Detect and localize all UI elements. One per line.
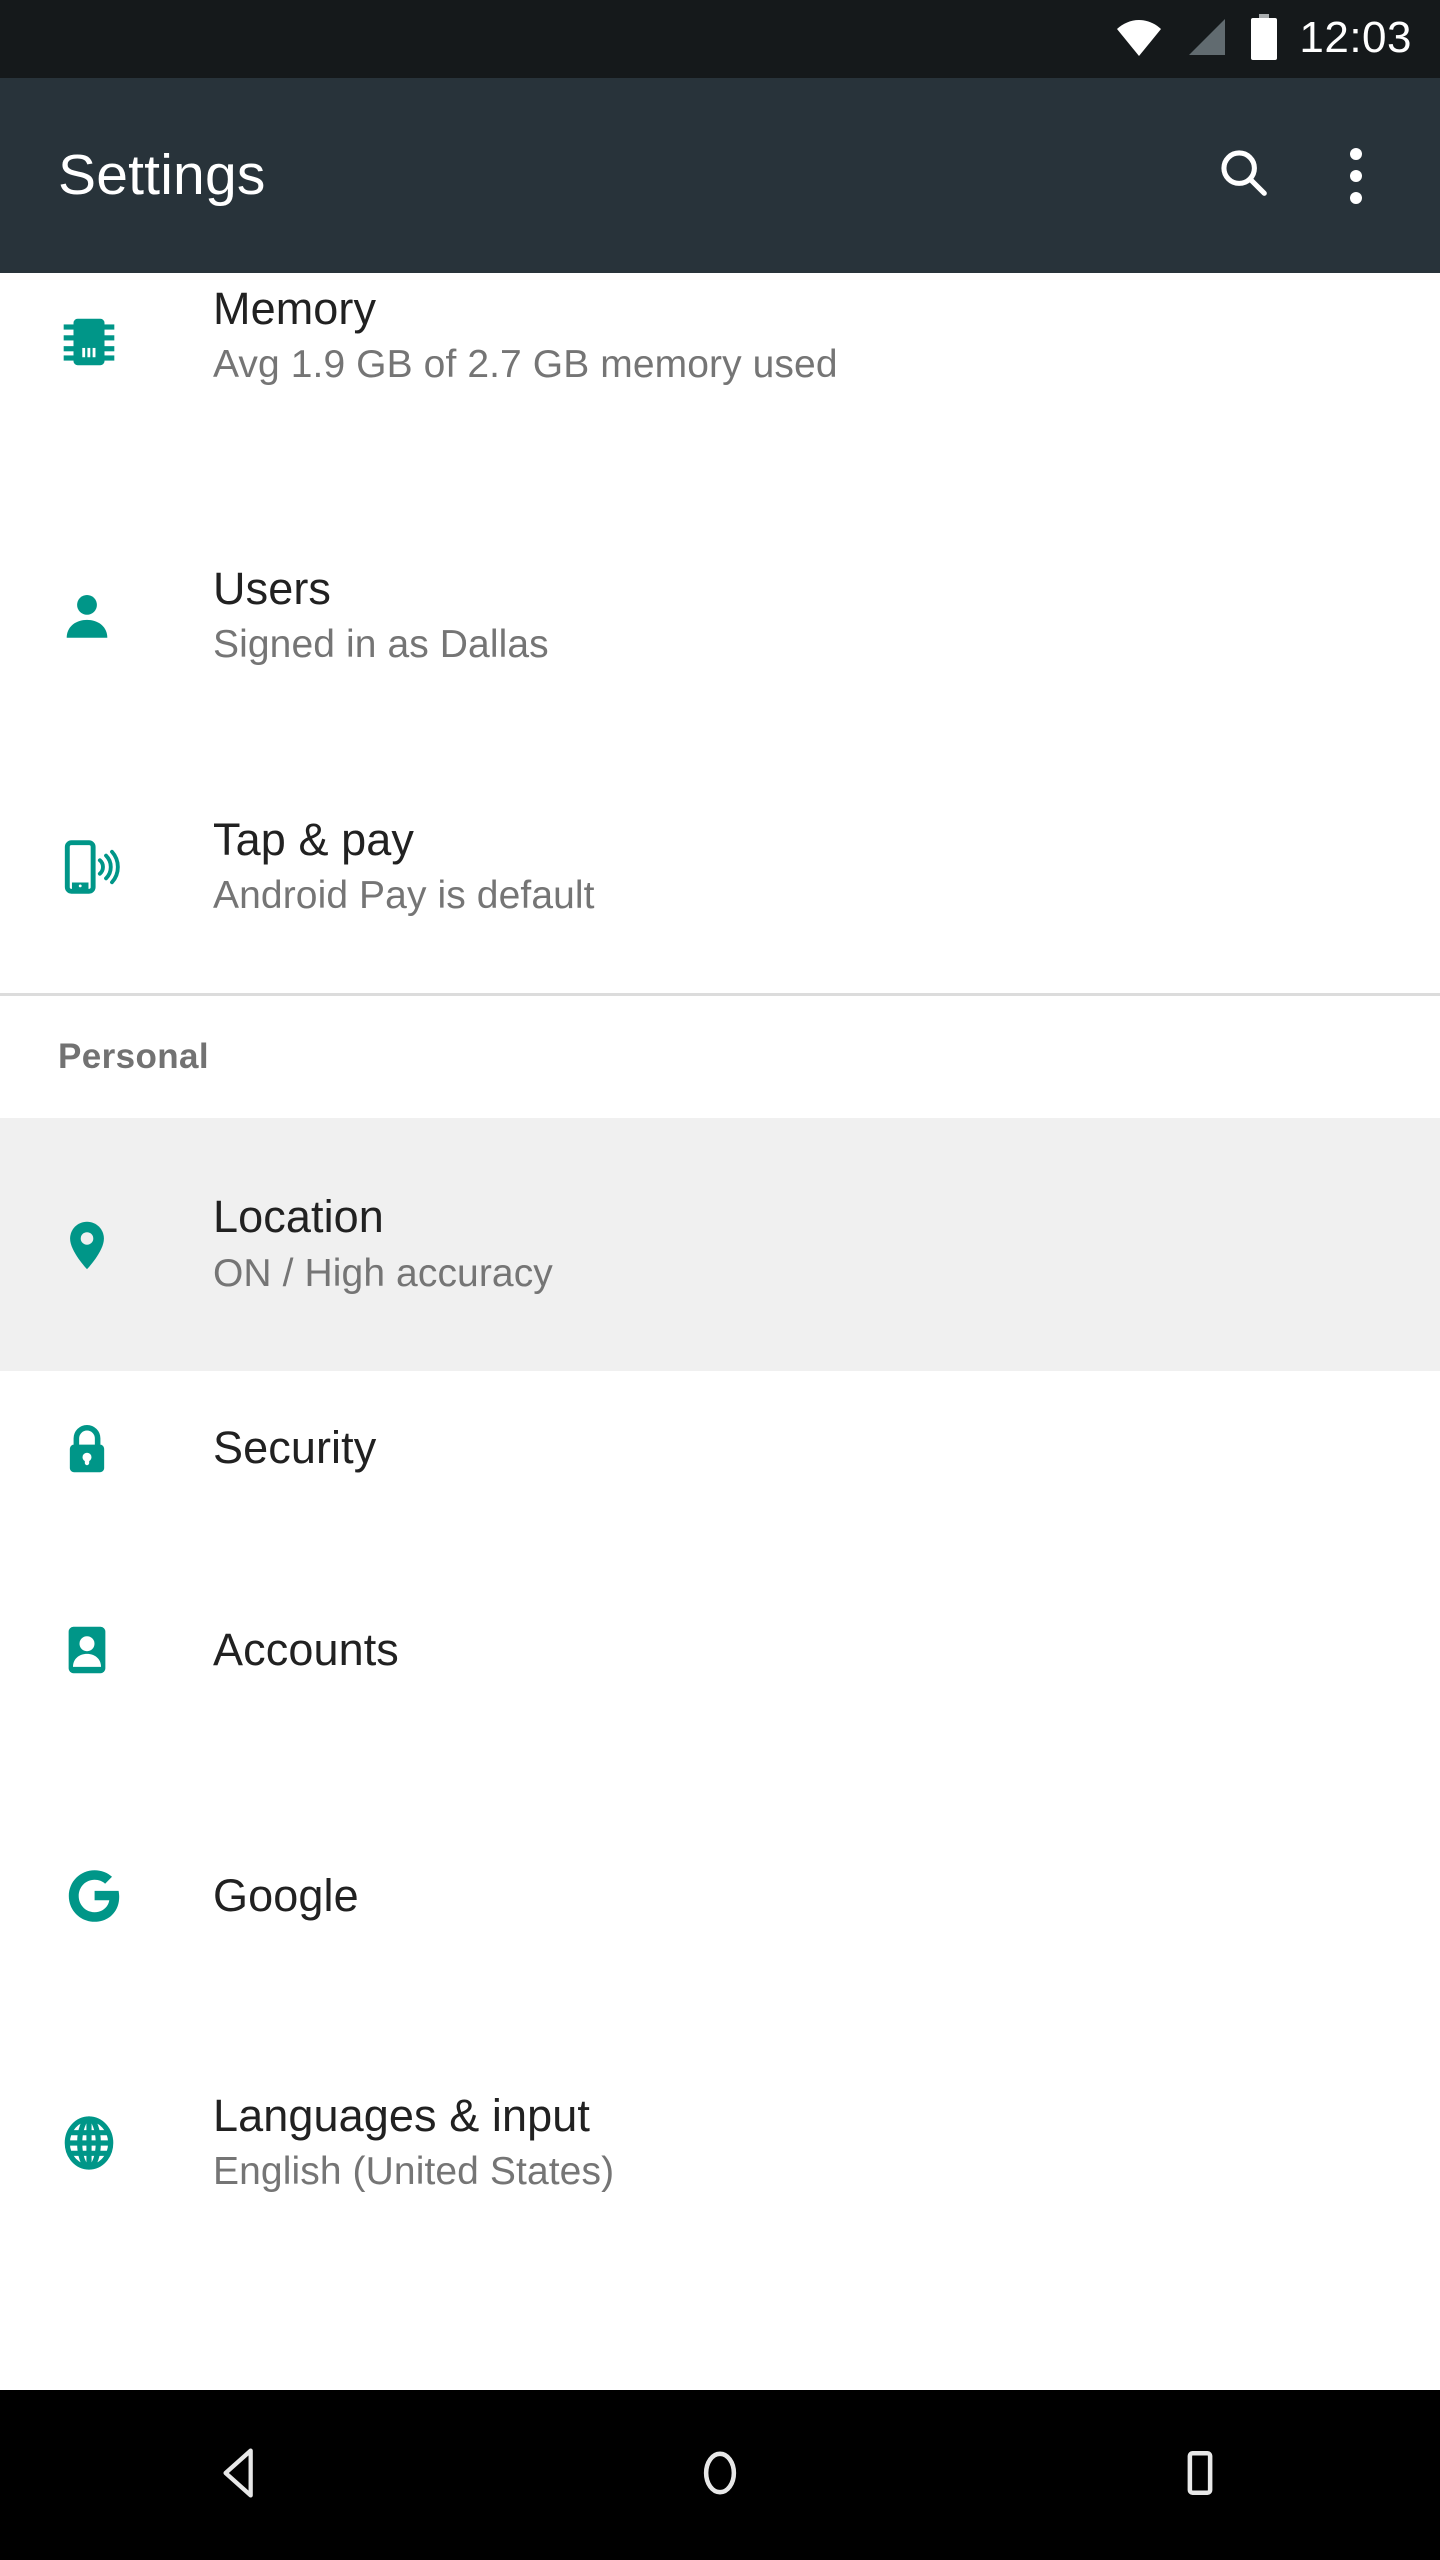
- list-item-title: Location: [213, 1191, 384, 1243]
- status-bar-icons: [1115, 13, 1279, 65]
- battery-icon: [1249, 13, 1279, 65]
- list-item-text: Users Signed in as Dallas: [168, 562, 549, 668]
- status-bar: 12:03: [0, 0, 1440, 78]
- nav-home-button[interactable]: [480, 2390, 960, 2560]
- list-item[interactable]: Memory Avg 1.9 GB of 2.7 GB memory used: [0, 273, 1440, 491]
- section-header-label: Personal: [58, 1037, 210, 1076]
- list-item-languages[interactable]: Languages & input English (United States…: [0, 2018, 1440, 2268]
- recents-square-icon: [1168, 2441, 1232, 2510]
- accounts-badge-icon: [58, 1621, 168, 1679]
- overflow-menu-button[interactable]: [1300, 120, 1412, 232]
- globe-language-icon: [58, 2112, 168, 2174]
- list-item-text: Languages & input English (United States…: [168, 2089, 615, 2195]
- android-settings-screen: 12:03 Settings Memory Avg 1.9 GB of 2.7 …: [0, 0, 1440, 2560]
- cell-signal-icon: [1185, 18, 1227, 61]
- section-header-personal: Personal: [0, 996, 1440, 1118]
- list-item-text: Google: [168, 1869, 359, 1921]
- search-button[interactable]: [1188, 120, 1300, 232]
- status-bar-clock: 12:03: [1299, 13, 1412, 62]
- search-icon: [1215, 144, 1273, 207]
- nav-back-button[interactable]: [0, 2390, 480, 2560]
- settings-list[interactable]: Memory Avg 1.9 GB of 2.7 GB memory used …: [0, 273, 1440, 2390]
- list-item-subtitle: English (United States): [213, 2150, 615, 2194]
- list-item-text: Location ON / High accuracy: [168, 1191, 553, 1296]
- user-person-icon: [58, 587, 168, 645]
- home-circle-icon: [688, 2441, 752, 2510]
- list-item-title: Tap & pay: [213, 813, 415, 865]
- app-bar: Settings: [0, 78, 1440, 273]
- memory-chip-icon: [58, 273, 168, 451]
- overflow-menu-icon: [1350, 147, 1362, 204]
- list-item-google[interactable]: Google: [0, 1774, 1440, 2018]
- navigation-bar: [0, 2390, 1440, 2560]
- list-item-title: Languages & input: [213, 2089, 591, 2141]
- wifi-icon: [1115, 18, 1163, 61]
- list-item-accounts[interactable]: Accounts: [0, 1526, 1440, 1774]
- list-item-subtitle: Signed in as Dallas: [213, 623, 549, 667]
- list-item-text: Security: [168, 1422, 377, 1474]
- list-item-subtitle: Avg 1.9 GB of 2.7 GB memory used: [213, 343, 838, 387]
- lock-icon: [58, 1420, 168, 1478]
- list-item-text: Accounts: [168, 1623, 399, 1675]
- nfc-tap-pay-icon: [58, 836, 168, 898]
- page-title: Settings: [58, 143, 266, 207]
- list-item[interactable]: Tap & pay Android Pay is default: [0, 741, 1440, 993]
- list-item-title: Accounts: [213, 1623, 399, 1675]
- list-item-subtitle: ON / High accuracy: [213, 1251, 553, 1295]
- list-item-text: Memory Avg 1.9 GB of 2.7 GB memory used: [168, 273, 838, 445]
- back-triangle-icon: [208, 2441, 272, 2510]
- location-pin-icon: [58, 1216, 168, 1274]
- list-item-title: Users: [213, 562, 332, 614]
- list-item-title: Google: [213, 1869, 359, 1921]
- list-item-security[interactable]: Security: [0, 1371, 1440, 1526]
- list-item-subtitle: Android Pay is default: [213, 874, 595, 918]
- list-item-title: Security: [213, 1422, 377, 1474]
- list-item[interactable]: Users Signed in as Dallas: [0, 491, 1440, 741]
- list-item-text: Tap & pay Android Pay is default: [168, 813, 595, 919]
- google-g-icon: [58, 1860, 168, 1932]
- list-item-location[interactable]: Location ON / High accuracy: [0, 1118, 1440, 1371]
- nav-recents-button[interactable]: [960, 2390, 1440, 2560]
- list-item-title: Memory: [213, 282, 377, 334]
